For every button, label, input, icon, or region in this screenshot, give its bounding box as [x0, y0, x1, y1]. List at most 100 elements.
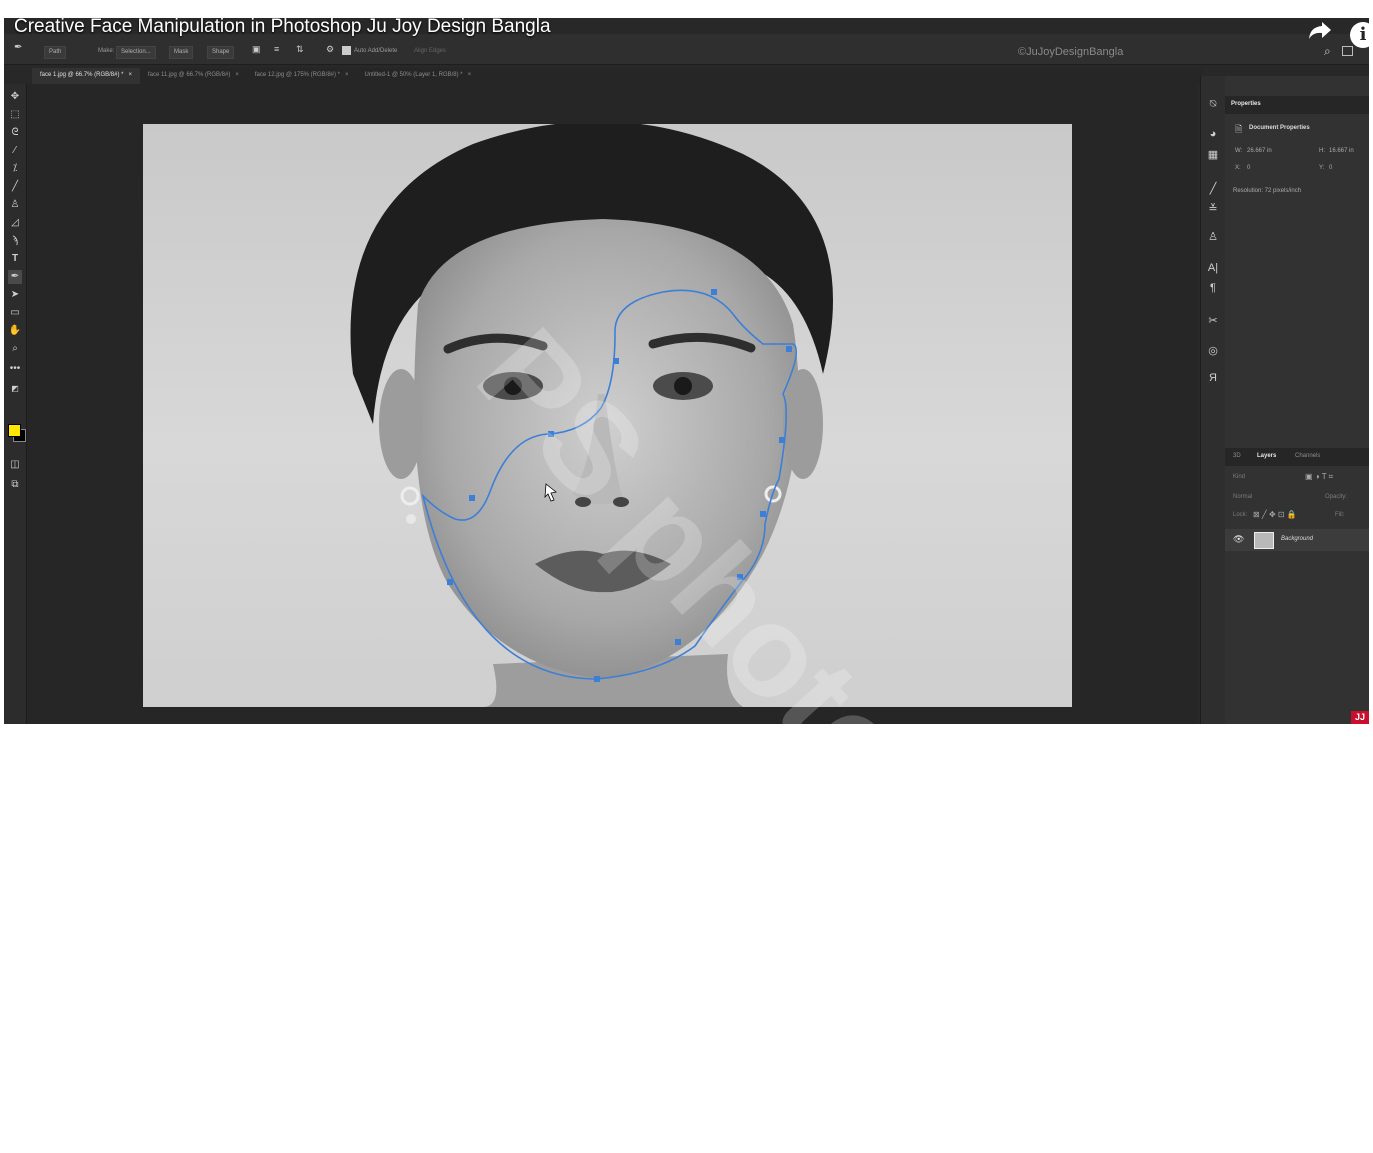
tab-layers[interactable]: Layers	[1257, 453, 1276, 459]
lock-label: Lock:	[1233, 512, 1248, 518]
tool-presets-icon[interactable]: ✂	[1206, 314, 1220, 327]
history-icon[interactable]: ⍉	[1206, 98, 1220, 111]
tab-label: face 12.jpg @ 175% (RGB/8#) *	[254, 72, 340, 78]
channel-watermark: ©JuJoyDesignBangla	[1018, 46, 1124, 58]
pen-tool-icon[interactable]: ✒	[8, 270, 22, 284]
layer-filter-icons[interactable]: ▣ ◑ T ⌗	[1305, 472, 1333, 482]
brush-settings-icon[interactable]: ╱	[1206, 182, 1220, 195]
filter-kind-input[interactable]: Kind	[1233, 474, 1245, 480]
quick-selection-tool-icon[interactable]: ⁄	[8, 144, 22, 158]
video-title[interactable]: Creative Face Manipulation in Photoshop …	[14, 16, 551, 38]
workspace-icon[interactable]	[1342, 46, 1353, 56]
anchor-point[interactable]	[779, 437, 785, 443]
layer-name[interactable]: Background	[1281, 536, 1313, 542]
paragraph-icon[interactable]: ¶	[1206, 282, 1220, 294]
layer-row-background[interactable]: 👁 Background	[1225, 529, 1369, 551]
close-icon[interactable]: ×	[345, 72, 349, 78]
anchor-point[interactable]	[548, 431, 554, 437]
close-icon[interactable]: ×	[468, 72, 472, 78]
lasso-tool-icon[interactable]: ᘓ	[8, 126, 22, 140]
canvas-area[interactable]	[27, 84, 1197, 724]
type-tool-icon[interactable]: T	[8, 252, 22, 266]
opacity-label[interactable]: Opacity:	[1325, 494, 1347, 500]
fill-label[interactable]: Fill:	[1335, 512, 1344, 518]
character-icon[interactable]: A|	[1206, 262, 1220, 274]
left-ear	[379, 369, 423, 479]
anchor-point[interactable]	[469, 495, 475, 501]
anchor-point[interactable]	[786, 346, 792, 352]
make-shape-button[interactable]: Shape	[207, 46, 235, 59]
close-icon[interactable]: ×	[235, 72, 239, 78]
tab-untitled-1[interactable]: Untitled-1 @ 50% (Layer 1, RGB/8) * ×	[357, 68, 480, 84]
path-operations-icon[interactable]: ▣	[252, 44, 261, 55]
close-icon[interactable]: ×	[128, 72, 132, 78]
left-nostril	[575, 497, 591, 507]
tab-properties[interactable]: Properties	[1231, 101, 1261, 107]
width-value[interactable]: 26.667 in	[1247, 148, 1272, 154]
foreground-color-swatch[interactable]	[8, 424, 21, 437]
rectangle-tool-icon[interactable]: ▭	[8, 306, 22, 320]
anchor-point[interactable]	[613, 358, 619, 364]
brush-tool-icon[interactable]: ╱	[8, 180, 22, 194]
3d-icon[interactable]: ◎	[1206, 344, 1220, 357]
right-panels: Properties 🗎 Document Properties W: 26.6…	[1225, 76, 1369, 724]
adjustments-icon[interactable]: ≚	[1206, 202, 1220, 215]
more-tools-icon[interactable]: •••	[8, 362, 22, 376]
path-arrangement-icon[interactable]: ⇅	[296, 44, 304, 55]
anchor-point[interactable]	[711, 289, 717, 295]
swatches-icon[interactable]: ▦	[1206, 148, 1220, 161]
styles-icon[interactable]: ◕	[1206, 128, 1220, 140]
tab-face-1[interactable]: face 1.jpg @ 66.7% (RGB/8#) * ×	[32, 68, 140, 84]
height-value[interactable]: 16.667 in	[1329, 148, 1354, 154]
search-icon[interactable]: ⌕	[1324, 44, 1331, 59]
eyedropper-tool-icon[interactable]: ⁒	[8, 162, 22, 176]
x-value[interactable]: 0	[1247, 165, 1250, 171]
eraser-tool-icon[interactable]: ◿	[8, 216, 22, 230]
quick-mask-icon[interactable]: ◫	[8, 458, 22, 472]
anchor-point[interactable]	[737, 574, 743, 580]
auto-add-delete-checkbox[interactable]	[342, 46, 351, 55]
right-pupil	[674, 377, 692, 395]
left-earring-drop	[406, 514, 416, 524]
y-value[interactable]: 0	[1329, 165, 1332, 171]
clone-source-icon[interactable]: ♙	[1206, 230, 1220, 243]
stamp-tool-icon[interactable]: ♙	[8, 198, 22, 212]
path-selection-tool-icon[interactable]: ➤	[8, 288, 22, 302]
tab-face-12[interactable]: face 12.jpg @ 175% (RGB/8#) * ×	[247, 68, 357, 84]
anchor-point[interactable]	[447, 579, 453, 585]
tab-face-11[interactable]: face 11.jpg @ 66.7% (RGB/8#) ×	[140, 68, 247, 84]
blend-mode-select[interactable]: Normal	[1233, 494, 1252, 500]
make-selection-button[interactable]: Selection...	[116, 46, 156, 59]
marquee-tool-icon[interactable]: ⬚	[8, 108, 22, 122]
align-edges-label[interactable]: Align Edges	[414, 48, 446, 54]
make-label: Make:	[98, 48, 115, 54]
tab-channels[interactable]: Channels	[1295, 453, 1320, 459]
zoom-tool-icon[interactable]: ⌕	[8, 342, 22, 356]
hand-tool-icon[interactable]: ✋	[8, 324, 22, 338]
path-mode-select[interactable]: Path	[44, 46, 67, 59]
anchor-point[interactable]	[594, 676, 600, 682]
resolution-text: Resolution: 72 pixels/inch	[1233, 188, 1302, 194]
tab-3d[interactable]: 3D	[1233, 453, 1241, 459]
default-colors-icon[interactable]: ◩	[8, 382, 22, 396]
pen-tool-icon[interactable]: ✒	[14, 42, 22, 53]
blur-tool-icon[interactable]: ϡ	[8, 234, 22, 248]
eye-icon[interactable]: 👁	[1233, 534, 1244, 545]
channel-badge: JJ	[1351, 711, 1369, 724]
document-properties-heading: Document Properties	[1249, 125, 1310, 131]
share-icon[interactable]	[1308, 20, 1332, 40]
move-tool-icon[interactable]: ✥	[8, 90, 22, 104]
make-mask-button[interactable]: Mask	[169, 46, 194, 59]
path-alignment-icon[interactable]: ≡	[274, 44, 279, 54]
gear-icon[interactable]: ⚙	[326, 44, 334, 55]
screen-mode-icon[interactable]: ⧉	[8, 478, 22, 492]
glyphs-icon[interactable]: Я	[1206, 372, 1220, 384]
document-canvas-photo[interactable]	[143, 124, 1072, 707]
y-label: Y:	[1319, 165, 1325, 171]
lock-icons[interactable]: ⊠ ╱ ✥ ⊡ 🔒	[1253, 510, 1297, 519]
anchor-point[interactable]	[760, 511, 766, 517]
info-icon[interactable]: i	[1350, 22, 1373, 48]
height-label: H:	[1319, 148, 1325, 154]
left-pupil	[504, 377, 522, 395]
anchor-point[interactable]	[675, 639, 681, 645]
